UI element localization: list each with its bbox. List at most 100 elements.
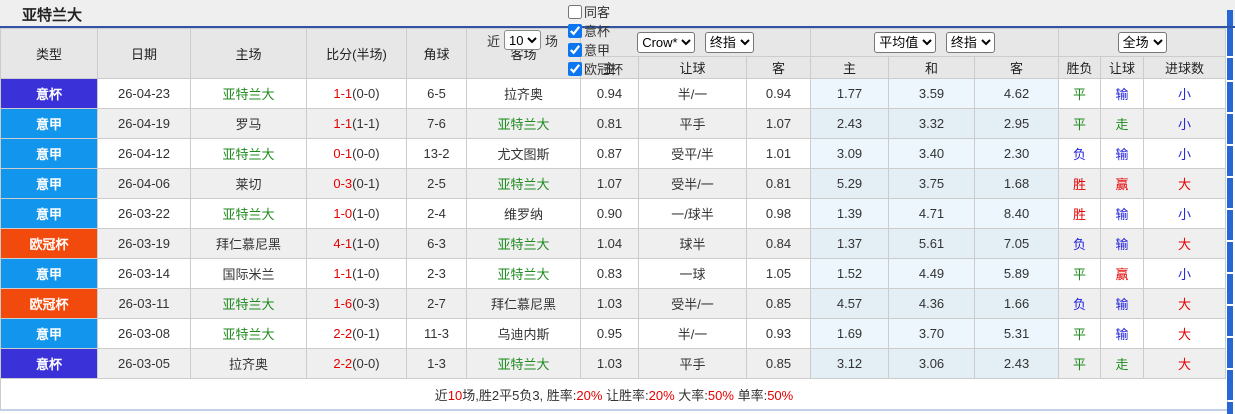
result-handicap: 走 xyxy=(1100,348,1145,379)
edge-strip-segment xyxy=(1227,82,1233,112)
table-row: 欧冠杯 26-03-11 亚特兰大 1-6(0-3) 2-7 拜仁慕尼黑 1.03 受半/一 0… xyxy=(0,288,1227,319)
summary-segment: 10 xyxy=(447,387,463,403)
filter-competition-checkbox-label: 意甲 xyxy=(562,40,623,59)
summary-segment: 让胜率: xyxy=(602,387,649,403)
euro-draw-odds: 3.32 xyxy=(888,108,976,139)
league-type-badge: 意杯 xyxy=(0,348,98,379)
asia-away-odds: 0.85 xyxy=(745,288,812,319)
summary-segment: 20% xyxy=(648,387,675,403)
euro-draw-odds: 3.59 xyxy=(888,78,976,109)
result-handicap: 输 xyxy=(1100,288,1145,319)
halftime-score: (0-0) xyxy=(352,86,380,101)
asia-home-odds: 1.03 xyxy=(580,288,639,319)
euro-odds-stage-select[interactable]: 终指 xyxy=(945,32,995,53)
table-row: 意杯 26-04-23 亚特兰大 1-1(0-0) 6-5 拉齐奥 0.94 半/一 0.94 1… xyxy=(0,78,1227,109)
asia-home-odds: 0.94 xyxy=(580,78,639,109)
summary-segment: 单率: xyxy=(733,387,768,403)
asia-away-odds: 0.81 xyxy=(745,168,812,199)
halftime-score: (0-1) xyxy=(352,326,380,341)
bookmaker-select[interactable]: Crow* xyxy=(637,32,696,53)
league-type-badge: 意甲 xyxy=(0,318,98,349)
filter-controls: 近 10 场 同客 意杯 意甲 欧冠杯 xyxy=(487,2,623,78)
halftime-score: (0-0) xyxy=(352,356,380,371)
home-team: 拉齐奥 xyxy=(190,348,307,379)
fulltime-score: 0-3 xyxy=(333,176,353,191)
subcol-result-wdl: 胜负 xyxy=(1058,56,1102,79)
euro-away-odds: 5.31 xyxy=(974,318,1060,349)
euro-home-odds: 1.39 xyxy=(810,198,890,229)
euro-draw-odds: 3.75 xyxy=(888,168,976,199)
euro-source-select[interactable]: 平均值 xyxy=(874,32,937,53)
edge-strip-segment xyxy=(1227,10,1233,26)
fulltime-score: 1-6 xyxy=(333,296,353,311)
result-win-draw-loss: 平 xyxy=(1058,78,1102,109)
euro-draw-odds: 3.70 xyxy=(888,318,976,349)
handicap-line: 一球 xyxy=(638,258,747,289)
league-type-badge: 意甲 xyxy=(0,108,98,139)
subcol-result-handicap: 让球 xyxy=(1100,56,1145,79)
asia-home-odds: 0.95 xyxy=(580,318,639,349)
away-team: 亚特兰大 xyxy=(466,348,581,379)
away-team: 维罗纳 xyxy=(466,198,581,229)
asia-away-odds: 0.85 xyxy=(745,348,812,379)
edge-strip-segment xyxy=(1227,274,1233,304)
euro-draw-odds: 4.71 xyxy=(888,198,976,229)
score-cell: 1-1(1-0) xyxy=(306,258,407,289)
match-date: 26-03-22 xyxy=(97,198,191,229)
summary-text: 近10场,胜2平5负3, 胜率:20% 让胜率:20% 大率:50% 单率:50… xyxy=(435,385,793,404)
edge-strip-segment xyxy=(1227,370,1233,400)
score-cell: 1-1(0-0) xyxy=(306,78,407,109)
table-row: 意甲 26-03-22 亚特兰大 1-0(1-0) 2-4 维罗纳 0.90 一/球半 0.98… xyxy=(0,198,1227,229)
result-goals: 小 xyxy=(1143,78,1227,109)
league-type-badge: 欧冠杯 xyxy=(0,228,98,259)
summary-footer: 近10场,胜2平5负3, 胜率:20% 让胜率:20% 大率:50% 单率:50… xyxy=(0,379,1228,411)
subcol-asia-away: 客 xyxy=(745,56,812,79)
league-type-badge: 意甲 xyxy=(0,258,98,289)
euro-home-odds: 2.43 xyxy=(810,108,890,139)
edge-strip-segment xyxy=(1227,306,1233,336)
result-goals: 小 xyxy=(1143,138,1227,169)
euro-home-odds: 1.52 xyxy=(810,258,890,289)
euro-away-odds: 2.30 xyxy=(974,138,1060,169)
corner-score: 6-5 xyxy=(406,78,467,109)
match-count-select[interactable]: 10 xyxy=(504,30,542,50)
result-handicap: 输 xyxy=(1100,318,1145,349)
filter-checkbox[interactable] xyxy=(568,23,583,38)
period-select[interactable]: 全场 xyxy=(1117,32,1167,53)
table-row: 意甲 26-03-08 亚特兰大 2-2(0-1) 11-3 乌迪内斯 0.95 半/一 0.9… xyxy=(0,318,1227,349)
league-type-badge: 意甲 xyxy=(0,198,98,229)
match-stats-panel: 亚特兰大 近 10 场 同客 意杯 意甲 欧冠杯 类型 日期 主场 比分(半场) 角球 xyxy=(0,0,1235,414)
corner-score: 7-6 xyxy=(406,108,467,139)
euro-home-odds: 5.29 xyxy=(810,168,890,199)
filter-checkbox[interactable] xyxy=(568,42,583,57)
score-cell: 1-0(1-0) xyxy=(306,198,407,229)
summary-segment: 20% xyxy=(576,387,603,403)
halftime-score: (0-3) xyxy=(352,296,380,311)
asia-odds-stage-select[interactable]: 终指 xyxy=(704,32,754,53)
score-cell: 0-1(0-0) xyxy=(306,138,407,169)
result-handicap: 输 xyxy=(1100,138,1145,169)
subcol-euro-home: 主 xyxy=(810,56,890,79)
asia-home-odds: 0.83 xyxy=(580,258,639,289)
score-cell: 2-2(0-1) xyxy=(306,318,407,349)
asia-home-odds: 0.87 xyxy=(580,138,639,169)
filter-checkbox[interactable] xyxy=(568,4,583,19)
handicap-line: 平手 xyxy=(638,108,747,139)
filter-checkbox[interactable] xyxy=(568,61,583,76)
corner-score: 2-3 xyxy=(406,258,467,289)
match-date: 26-03-11 xyxy=(97,288,191,319)
score-cell: 2-2(0-0) xyxy=(306,348,407,379)
euro-draw-odds: 4.36 xyxy=(888,288,976,319)
match-date: 26-03-14 xyxy=(97,258,191,289)
match-date: 26-03-05 xyxy=(97,348,191,379)
fulltime-score: 2-2 xyxy=(333,326,353,341)
result-win-draw-loss: 胜 xyxy=(1058,198,1102,229)
away-team: 尤文图斯 xyxy=(466,138,581,169)
league-type-badge: 意杯 xyxy=(0,78,98,109)
filter-competition-checkbox-label: 欧冠杯 xyxy=(562,59,623,78)
result-handicap: 输 xyxy=(1100,78,1145,109)
fulltime-score: 1-1 xyxy=(333,116,353,131)
halftime-score: (1-0) xyxy=(352,206,380,221)
asia-away-odds: 1.05 xyxy=(745,258,812,289)
score-cell: 0-3(0-1) xyxy=(306,168,407,199)
